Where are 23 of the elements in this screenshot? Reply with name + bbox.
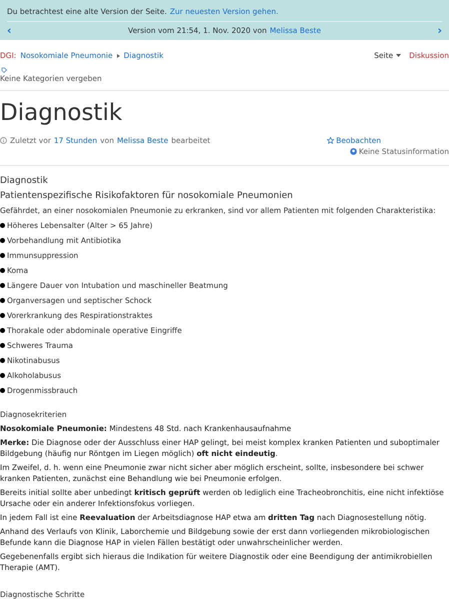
bullet-icon bbox=[0, 253, 5, 258]
bullet-icon bbox=[0, 238, 5, 243]
bullet-icon bbox=[0, 388, 5, 393]
info-icon bbox=[0, 137, 7, 144]
subsection-heading: Patientenspezifische Risikofaktoren für nosokomiale Pneumonien bbox=[0, 190, 294, 202]
previous-version-button[interactable]: ‹ bbox=[7, 25, 12, 36]
bullet-icon bbox=[0, 328, 5, 333]
section-heading: Diagnostik bbox=[0, 175, 49, 187]
star-icon bbox=[327, 137, 334, 144]
bullet-icon bbox=[0, 313, 5, 318]
bullet-icon bbox=[0, 223, 5, 228]
status-icon bbox=[350, 148, 357, 155]
bullet-icon bbox=[0, 298, 5, 303]
page-title: Diagnostik bbox=[0, 99, 124, 127]
tag-icon bbox=[1, 67, 7, 73]
bullet-icon bbox=[0, 268, 5, 273]
bullet-icon bbox=[0, 373, 5, 378]
bullet-icon bbox=[0, 283, 5, 288]
next-version-button[interactable]: › bbox=[437, 25, 442, 36]
bullet-icon bbox=[0, 343, 5, 348]
breadcrumb-separator-icon bbox=[116, 54, 120, 58]
bullet-icon bbox=[0, 358, 5, 363]
caret-icon bbox=[396, 54, 402, 57]
